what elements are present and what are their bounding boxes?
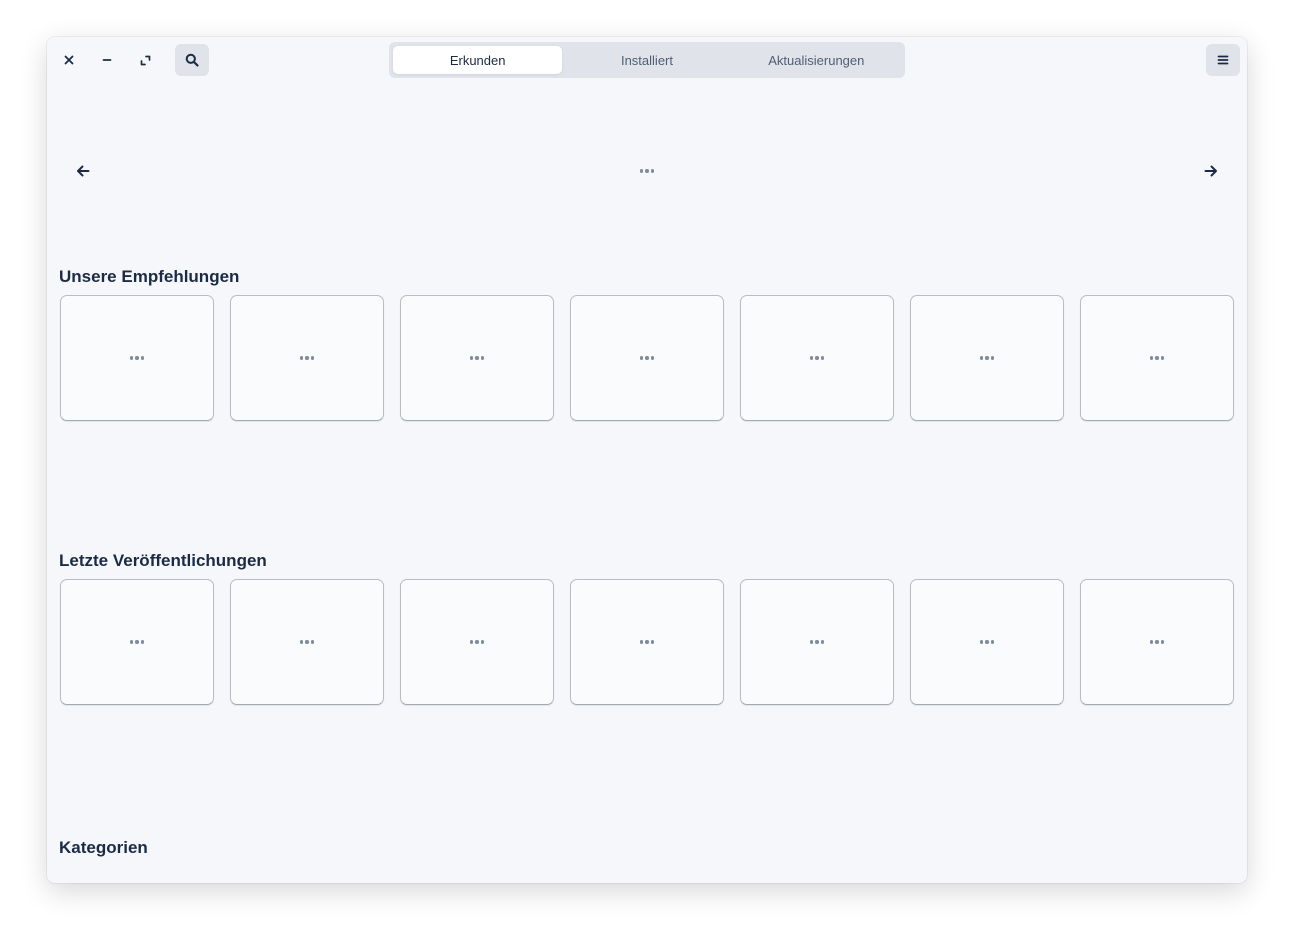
app-tile[interactable] <box>740 295 894 421</box>
maximize-button[interactable] <box>128 44 162 76</box>
close-icon <box>64 55 74 65</box>
loading-dots-icon <box>469 356 485 360</box>
search-icon <box>185 53 199 67</box>
tab-installiert[interactable]: Installiert <box>562 46 731 74</box>
loading-dots-icon <box>1149 356 1165 360</box>
app-tile[interactable] <box>570 579 724 705</box>
app-tile[interactable] <box>60 295 214 421</box>
recent-releases-heading: Letzte Veröffentlichungen <box>59 551 267 570</box>
app-tile[interactable] <box>230 295 384 421</box>
tab-label: Erkunden <box>449 52 506 68</box>
minimize-icon <box>102 59 112 61</box>
app-tile[interactable] <box>910 579 1064 705</box>
view-switcher: Erkunden Installiert Aktualisierungen <box>389 42 905 78</box>
main-menu-button[interactable] <box>1206 44 1240 76</box>
loading-dots-icon <box>639 640 655 644</box>
app-tile[interactable] <box>910 295 1064 421</box>
tab-erkunden[interactable]: Erkunden <box>393 46 563 74</box>
arrow-left-icon <box>77 165 90 177</box>
app-tile[interactable] <box>400 295 554 421</box>
app-window: Erkunden Installiert Aktualisierungen Un… <box>47 37 1247 883</box>
loading-dots-icon <box>129 640 145 644</box>
minimize-button[interactable] <box>90 44 124 76</box>
loading-dots-icon <box>469 640 485 644</box>
app-tile[interactable] <box>400 579 554 705</box>
loading-dots-icon <box>979 356 995 360</box>
app-tile[interactable] <box>740 579 894 705</box>
recommendations-heading: Unsere Empfehlungen <box>59 267 240 286</box>
recommendations-row <box>60 295 1234 421</box>
loading-dots-icon <box>809 356 825 360</box>
close-button[interactable] <box>52 44 86 76</box>
loading-dots-icon <box>299 356 315 360</box>
app-tile[interactable] <box>1080 579 1234 705</box>
app-tile[interactable] <box>230 579 384 705</box>
carousel-previous-button[interactable] <box>69 159 97 183</box>
tab-label: Installiert <box>620 52 673 68</box>
hamburger-menu-icon <box>1217 55 1229 65</box>
loading-dots-icon <box>1149 640 1165 644</box>
arrow-right-icon <box>1204 165 1217 177</box>
recent-releases-row <box>60 579 1234 705</box>
app-tile[interactable] <box>570 295 724 421</box>
app-tile[interactable] <box>1080 295 1234 421</box>
maximize-icon <box>140 55 150 65</box>
loading-dots-icon <box>299 640 315 644</box>
app-tile[interactable] <box>60 579 214 705</box>
tab-label: Aktualisierungen <box>768 52 865 68</box>
categories-heading: Kategorien <box>59 838 148 857</box>
loading-dots-icon <box>129 356 145 360</box>
loading-dots-icon <box>809 640 825 644</box>
search-button[interactable] <box>175 44 209 76</box>
tab-aktualisierungen[interactable]: Aktualisierungen <box>732 46 901 74</box>
loading-dots-icon <box>979 640 995 644</box>
headerbar: Erkunden Installiert Aktualisierungen <box>47 37 1247 83</box>
carousel-next-button[interactable] <box>1197 159 1225 183</box>
carousel-loading-icon <box>639 167 655 175</box>
loading-dots-icon <box>639 356 655 360</box>
